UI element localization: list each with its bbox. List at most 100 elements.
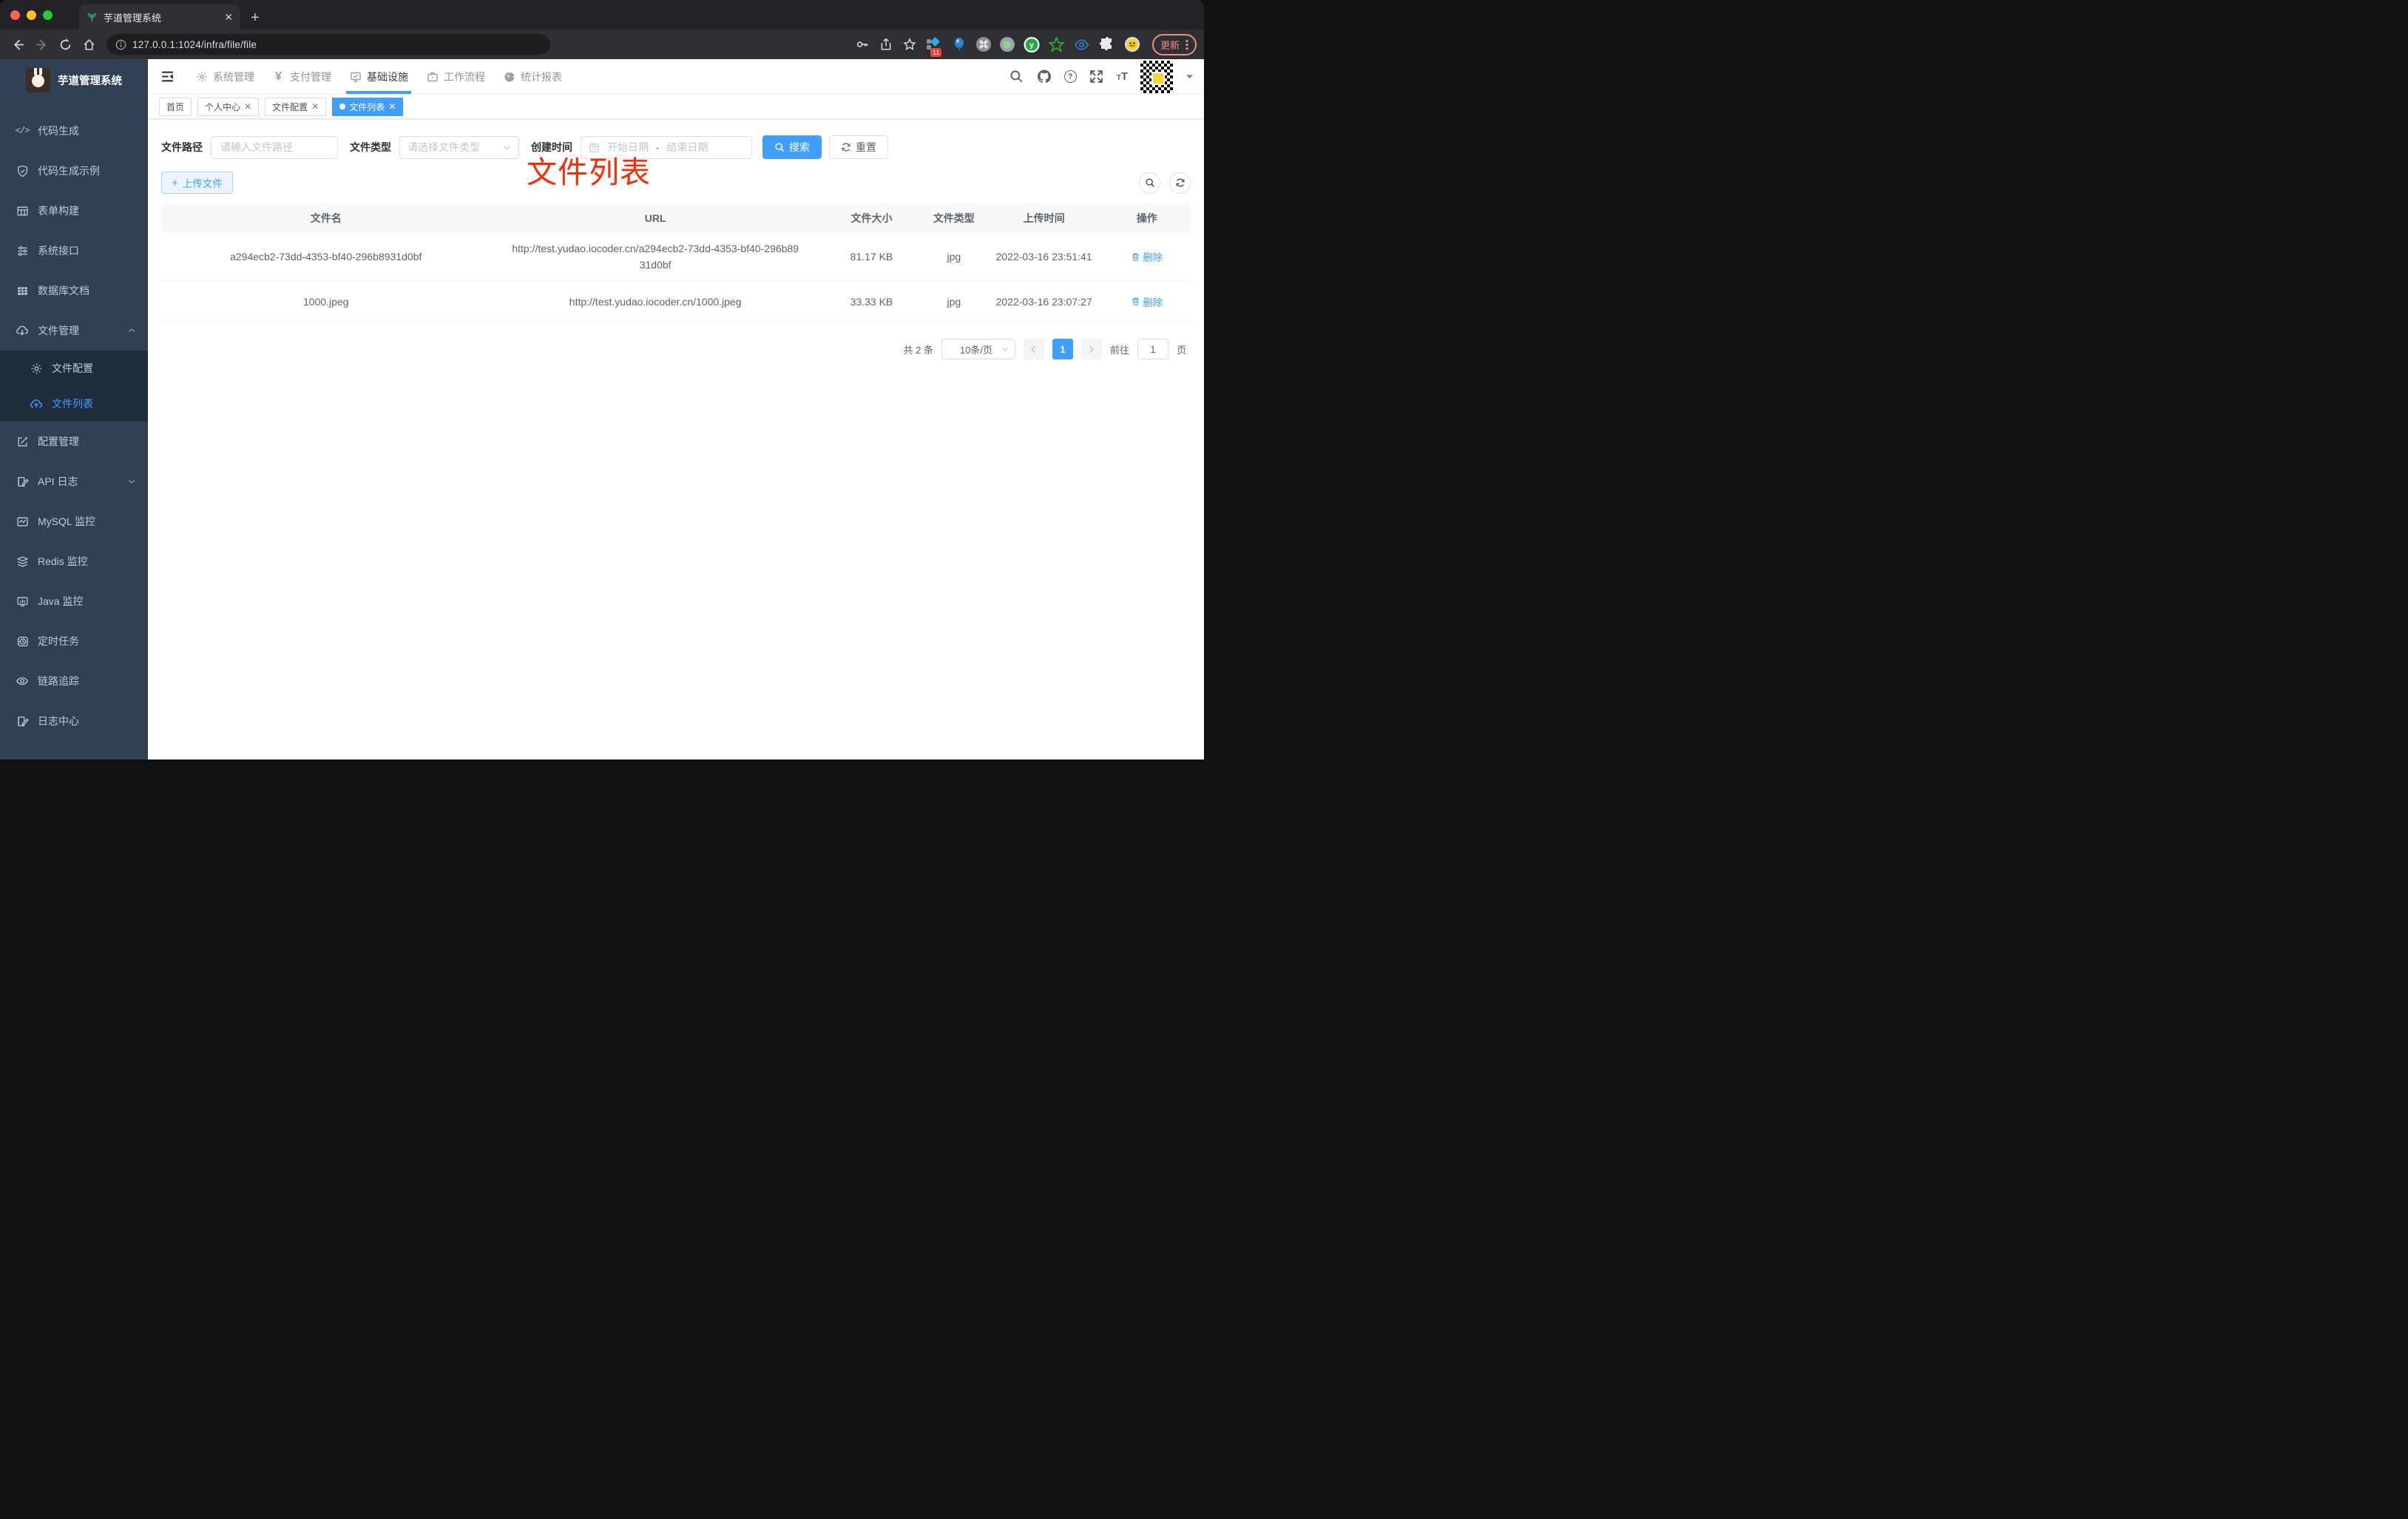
- goto-page-input[interactable]: [1137, 339, 1169, 359]
- extension-balloon-icon[interactable]: [951, 36, 967, 53]
- filter-bar: 文件路径 文件类型 请选择文件类型 创建时间 开始日期 - 结束日期 搜索: [161, 135, 1204, 159]
- bookmark-star-icon[interactable]: [902, 37, 917, 52]
- upload-file-button[interactable]: + 上传文件: [161, 172, 233, 194]
- browser-update-button[interactable]: 更新: [1151, 33, 1197, 55]
- top-menu-workflow[interactable]: 工作流程: [417, 59, 494, 94]
- sidebar-item-scheduled-tasks[interactable]: 定时任务: [0, 621, 148, 661]
- page-1-button[interactable]: 1: [1052, 339, 1073, 359]
- sidebar-item-form-builder[interactable]: 表单构建: [0, 191, 148, 231]
- end-date-placeholder[interactable]: 结束日期: [666, 140, 708, 155]
- tag-file-list[interactable]: 文件列表 ✕: [332, 97, 404, 116]
- tags-view: 首页 个人中心 ✕ 文件配置 ✕ 文件列表 ✕: [148, 95, 1204, 119]
- sidebar-item-db-doc[interactable]: 数据库文档: [0, 271, 148, 311]
- close-icon[interactable]: ✕: [311, 101, 319, 112]
- app-title: 芋道管理系统: [58, 75, 122, 87]
- extensions-puzzle-icon[interactable]: [1099, 36, 1115, 53]
- extension-star-icon[interactable]: [1049, 36, 1065, 53]
- back-icon[interactable]: [7, 34, 28, 55]
- browser-window: 芋道管理系统 ✕ + 127.0.0.1:1024/infra/file/fil…: [0, 0, 1204, 760]
- sidebar-item-code-example[interactable]: 代码生成示例: [0, 151, 148, 191]
- sidebar-item-label: 代码生成: [38, 125, 79, 137]
- minimize-window-button[interactable]: [27, 10, 36, 20]
- cell-type: jpg: [947, 251, 961, 263]
- database-table-icon: [16, 284, 29, 297]
- close-window-button[interactable]: [10, 10, 20, 20]
- zoom-window-button[interactable]: [43, 10, 53, 20]
- shield-check-icon: [16, 164, 29, 177]
- password-key-icon[interactable]: [855, 37, 870, 52]
- sidebar-logo-row[interactable]: 芋道管理系统: [0, 59, 148, 101]
- sidebar-item-label: 文件管理: [38, 325, 79, 336]
- goto-label: 前往: [1109, 344, 1129, 356]
- reset-button[interactable]: 重置: [829, 135, 888, 159]
- gear-icon: [195, 70, 208, 83]
- search-button[interactable]: 搜索: [762, 135, 822, 159]
- close-icon[interactable]: ✕: [388, 101, 396, 112]
- sidebar-item-label: Redis 监控: [38, 555, 88, 567]
- tag-file-config[interactable]: 文件配置 ✕: [265, 97, 327, 116]
- extension-tampermonkey-icon[interactable]: 11: [926, 36, 942, 57]
- next-page-button[interactable]: [1080, 339, 1102, 359]
- share-icon[interactable]: [879, 37, 893, 52]
- top-menu-reports[interactable]: 统计报表: [494, 59, 571, 94]
- sidebar-item-system-api[interactable]: 系统接口: [0, 231, 148, 271]
- sidebar-item-code-generation[interactable]: </> 代码生成: [0, 111, 148, 151]
- search-icon[interactable]: [1009, 70, 1024, 84]
- prev-page-button[interactable]: [1023, 339, 1044, 359]
- url-bar[interactable]: 127.0.0.1:1024/infra/file/file: [106, 34, 550, 55]
- sidebar-item-file-management[interactable]: 文件管理: [0, 311, 148, 351]
- profile-emoji-avatar[interactable]: [1124, 36, 1140, 53]
- tag-profile[interactable]: 个人中心 ✕: [197, 97, 260, 116]
- top-menu-infrastructure[interactable]: 基础设施: [340, 59, 417, 94]
- table-toolbar: + 上传文件: [161, 172, 1191, 194]
- sidebar-item-log-center[interactable]: 日志中心: [0, 701, 148, 741]
- extension-eye-icon[interactable]: [1074, 36, 1090, 53]
- file-path-input[interactable]: [211, 135, 338, 159]
- fullscreen-icon[interactable]: [1089, 70, 1104, 84]
- sidebar-collapse-icon[interactable]: [148, 59, 186, 94]
- app-header: 系统管理 ¥ 支付管理 基础设施 工作流程 统计报表 ? TT: [148, 59, 1204, 95]
- top-menu-label: 系统管理: [213, 70, 254, 83]
- cell-size: 33.33 KB: [850, 295, 893, 308]
- page-size-select[interactable]: 10条/页: [941, 339, 1015, 359]
- search-icon: [1145, 178, 1154, 187]
- reload-icon[interactable]: [55, 34, 75, 55]
- top-menu-payment[interactable]: ¥ 支付管理: [263, 59, 340, 94]
- close-icon[interactable]: ✕: [244, 101, 251, 112]
- github-icon[interactable]: [1037, 70, 1052, 84]
- sidebar-item-config-management[interactable]: 配置管理: [0, 422, 148, 461]
- trash-icon: [1132, 253, 1140, 260]
- tag-home[interactable]: 首页: [159, 97, 192, 116]
- browser-tab[interactable]: 芋道管理系统 ✕: [79, 4, 240, 30]
- new-tab-button[interactable]: +: [251, 10, 260, 30]
- extension-green-dot-icon[interactable]: [999, 37, 1015, 52]
- sidebar-item-label: API 日志: [38, 476, 78, 487]
- top-menu-system[interactable]: 系统管理: [186, 59, 263, 94]
- home-icon[interactable]: [78, 34, 99, 55]
- site-info-icon[interactable]: [115, 39, 126, 50]
- sidebar-item-java-monitor[interactable]: Java 监控: [0, 581, 148, 621]
- col-header-time: 上传时间: [1023, 212, 1065, 224]
- sidebar-item-redis-monitor[interactable]: Redis 监控: [0, 541, 148, 581]
- show-search-toggle-button[interactable]: [1139, 172, 1160, 194]
- qr-avatar[interactable]: [1140, 60, 1173, 93]
- extension-y-icon[interactable]: y: [1024, 36, 1040, 53]
- refresh-table-button[interactable]: [1169, 172, 1191, 194]
- cell-actions: 删除: [1103, 249, 1191, 264]
- delete-button[interactable]: 删除: [1131, 249, 1163, 264]
- chevron-down-icon[interactable]: [1186, 72, 1194, 81]
- delete-button[interactable]: 删除: [1131, 294, 1163, 309]
- sidebar-item-file-config[interactable]: 文件配置: [0, 351, 148, 386]
- extension-command-icon[interactable]: [975, 37, 991, 52]
- url-text[interactable]: 127.0.0.1:1024/infra/file/file: [132, 39, 257, 50]
- sidebar-item-tracing[interactable]: 链路追踪: [0, 661, 148, 701]
- sidebar-item-file-list[interactable]: 文件列表: [0, 386, 148, 422]
- forward-icon[interactable]: [31, 34, 52, 55]
- sidebar-item-api-log[interactable]: API 日志: [0, 461, 148, 501]
- tab-close-icon[interactable]: ✕: [224, 11, 233, 24]
- sidebar-item-mysql-monitor[interactable]: MySQL 监控: [0, 501, 148, 541]
- help-icon[interactable]: ?: [1063, 70, 1077, 83]
- font-size-icon[interactable]: TT: [1117, 70, 1128, 83]
- monitor-bars-icon: [16, 595, 29, 608]
- file-type-select[interactable]: 请选择文件类型: [399, 135, 519, 159]
